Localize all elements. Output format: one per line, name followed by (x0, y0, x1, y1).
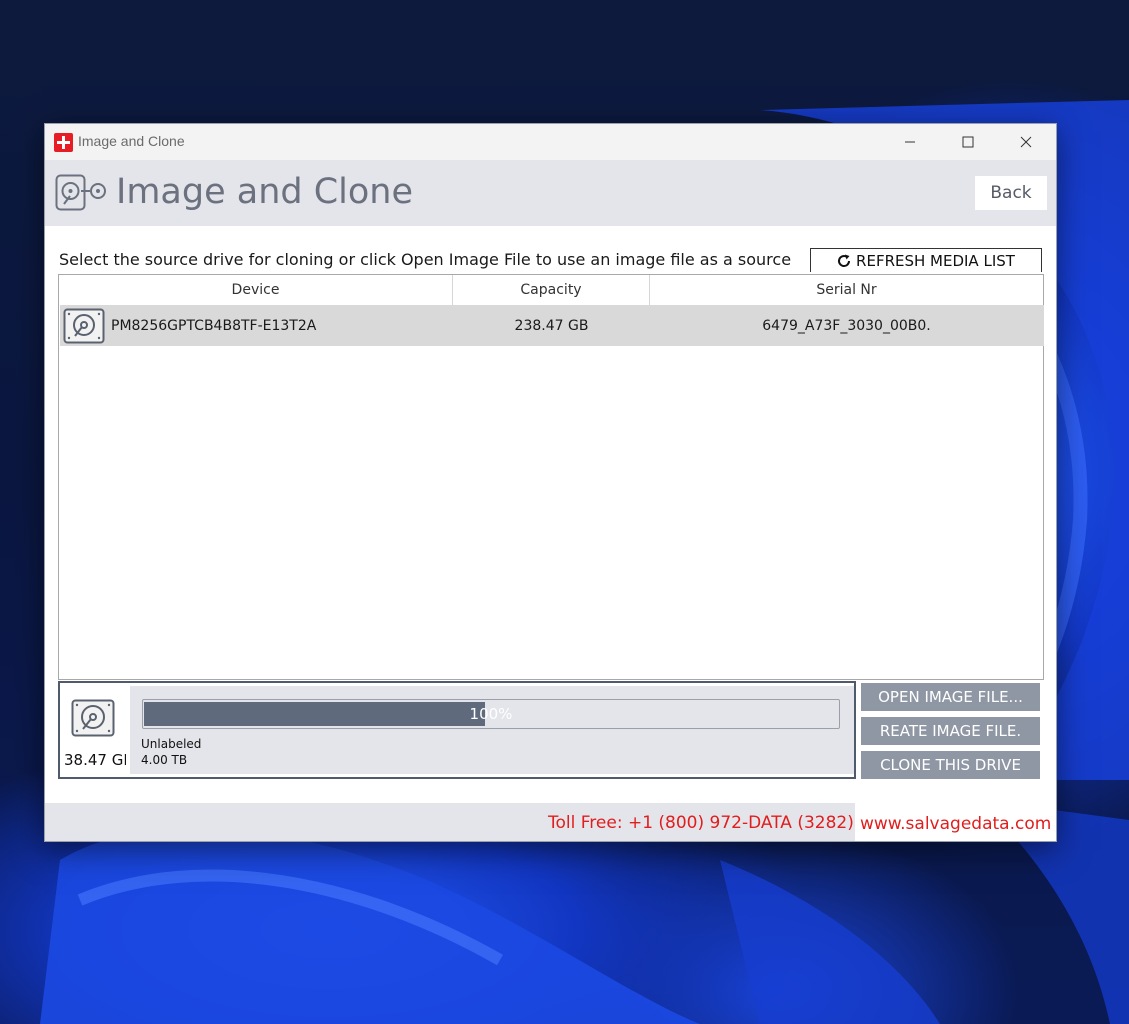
refresh-icon (838, 254, 851, 267)
table-header: Device Capacity Serial Nr (59, 275, 1043, 305)
footer: Toll Free: +1 (800) 972-DATA (3282) www.… (45, 803, 1056, 841)
drive-table: Device Capacity Serial Nr PM8256GPTCB4B8… (58, 274, 1044, 680)
create-image-file-button[interactable]: REATE IMAGE FILE. (861, 717, 1040, 745)
maximize-button[interactable] (939, 124, 997, 160)
open-image-file-button[interactable]: OPEN IMAGE FILE... (861, 683, 1040, 711)
refresh-label: REFRESH MEDIA LIST (856, 251, 1015, 270)
selected-drive-summary: 38.47 GI (60, 683, 130, 777)
table-row[interactable]: PM8256GPTCB4B8TF-E13T2A 238.47 GB 6479_A… (60, 305, 1044, 346)
page-title: Image and Clone (116, 172, 414, 212)
toll-free-number: Toll Free: +1 (800) 972-DATA (3282) (548, 813, 854, 833)
column-header-serial[interactable]: Serial Nr (650, 275, 1043, 305)
title-bar[interactable]: Image and Clone (45, 124, 1056, 160)
hard-drive-icon (71, 699, 115, 737)
maximize-icon (962, 136, 974, 148)
minimize-button[interactable] (881, 124, 939, 160)
app-logo-icon (54, 133, 73, 152)
page-header: Image and Clone Back (45, 160, 1056, 226)
window-title: Image and Clone (78, 133, 185, 149)
instruction-text: Select the source drive for cloning or c… (59, 250, 792, 269)
usage-progress-bar: 100% (142, 699, 840, 729)
device-name: PM8256GPTCB4B8TF-E13T2A (111, 317, 317, 334)
refresh-media-list-button[interactable]: REFRESH MEDIA LIST (810, 248, 1042, 272)
column-header-device[interactable]: Device (59, 275, 453, 305)
close-button[interactable] (997, 124, 1055, 160)
minimize-icon (905, 141, 915, 143)
column-header-capacity[interactable]: Capacity (453, 275, 650, 305)
website-box: www.salvagedata.com (855, 803, 1056, 841)
selected-drive-panel: 38.47 GI 100% Unlabeled 4.00 TB (58, 681, 856, 779)
volume-label: Unlabeled (141, 737, 202, 751)
close-icon (1020, 136, 1032, 148)
website-link[interactable]: www.salvagedata.com (860, 814, 1051, 834)
back-button[interactable]: Back (975, 176, 1047, 210)
hard-drive-icon (63, 308, 105, 343)
volume-size: 4.00 TB (141, 753, 188, 767)
progress-text: 100% (469, 705, 513, 723)
image-and-clone-window: Image and Clone Image and Clone Back Sel… (44, 123, 1057, 842)
cell-serial: 6479_A73F_3030_00B0. (762, 317, 931, 334)
volume-info[interactable]: 100% Unlabeled 4.00 TB (130, 686, 854, 774)
drive-clone-icon (55, 174, 106, 211)
cell-device: PM8256GPTCB4B8TF-E13T2A (60, 308, 453, 344)
drive-size: 38.47 GI (64, 751, 126, 769)
cell-capacity: 238.47 GB (514, 317, 589, 334)
clone-this-drive-button[interactable]: CLONE THIS DRIVE (861, 751, 1040, 779)
